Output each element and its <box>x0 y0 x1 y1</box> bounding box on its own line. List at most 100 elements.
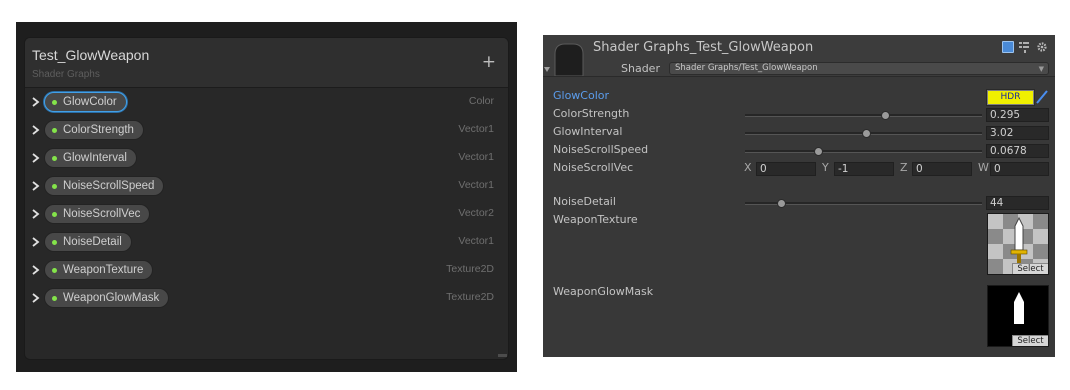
property-pill[interactable]: GlowInterval <box>44 148 137 168</box>
chevron-right-icon[interactable] <box>30 208 42 220</box>
chevron-right-icon[interactable] <box>30 292 42 304</box>
property-pill[interactable]: WeaponTexture <box>44 260 154 280</box>
help-book-icon[interactable] <box>1002 41 1014 53</box>
noise-detail-field[interactable]: 44 <box>986 196 1049 210</box>
exposed-dot-icon <box>52 100 57 105</box>
glow-interval-slider-thumb[interactable] <box>861 129 871 138</box>
property-name: NoiseScrollSpeed <box>63 180 155 192</box>
property-row[interactable]: GlowColor Color <box>25 89 508 117</box>
weapon-glow-mask-label: WeaponGlowMask <box>553 285 654 298</box>
property-row[interactable]: NoiseDetail Vector1 <box>25 229 508 257</box>
color-strength-field[interactable]: 0.295 <box>986 108 1049 122</box>
material-title: Shader Graphs_Test_GlowWeapon <box>593 40 814 55</box>
eyedropper-icon[interactable] <box>1035 89 1049 105</box>
property-pill[interactable]: NoiseDetail <box>44 232 132 252</box>
blackboard-title: Test_GlowWeapon <box>32 47 150 63</box>
weapon-texture-select-button[interactable]: Select <box>1012 263 1048 274</box>
resize-handle[interactable] <box>498 354 507 357</box>
color-strength-slider[interactable] <box>745 111 982 120</box>
exposed-dot-icon <box>52 156 57 161</box>
noise-detail-slider[interactable] <box>745 199 982 208</box>
shader-label: Shader <box>621 62 660 75</box>
noise-scroll-speed-field[interactable]: 0.0678 <box>986 144 1049 158</box>
shader-dropdown-value: Shader Graphs/Test_GlowWeapon <box>675 63 818 73</box>
property-name: NoiseDetail <box>63 236 122 248</box>
property-pill[interactable]: NoiseScrollVec <box>44 204 151 224</box>
property-type: Vector1 <box>458 123 494 135</box>
vec-x-field[interactable]: 0 <box>756 162 816 176</box>
property-pill[interactable]: GlowColor <box>44 92 127 112</box>
exposed-dot-icon <box>52 240 57 245</box>
property-name: GlowInterval <box>63 152 127 164</box>
vec-w-field[interactable]: 0 <box>990 162 1049 176</box>
vec-z-field[interactable]: 0 <box>912 162 972 176</box>
vec-y-field[interactable]: -1 <box>834 162 894 176</box>
noise-detail-slider-thumb[interactable] <box>776 199 786 208</box>
property-row[interactable]: WeaponTexture Texture2D <box>25 257 508 285</box>
exposed-dot-icon <box>52 128 57 133</box>
property-pill[interactable]: WeaponGlowMask <box>44 288 170 308</box>
property-type: Vector1 <box>458 235 494 247</box>
foldout-arrow-icon[interactable] <box>544 67 550 72</box>
property-pill[interactable]: NoiseScrollSpeed <box>44 176 165 196</box>
add-property-button[interactable]: + <box>482 52 496 72</box>
property-type: Texture2D <box>446 291 494 303</box>
property-row[interactable]: NoiseScrollSpeed Vector1 <box>25 173 508 201</box>
property-type: Vector2 <box>458 207 494 219</box>
property-name: WeaponGlowMask <box>63 292 160 304</box>
material-inspector: Shader Graphs_Test_GlowWeapon Shader Sha… <box>543 35 1055 357</box>
glow-interval-field[interactable]: 3.02 <box>986 126 1049 140</box>
vec-y-label: Y <box>822 161 829 174</box>
property-row[interactable]: NoiseScrollVec Vector2 <box>25 201 508 229</box>
property-type: Color <box>468 95 494 107</box>
chevron-right-icon[interactable] <box>30 96 42 108</box>
blackboard-panel: Test_GlowWeapon Shader Graphs + GlowColo… <box>24 37 509 360</box>
noise-scroll-speed-slider[interactable] <box>745 147 982 156</box>
material-preview-icon <box>554 43 584 76</box>
gear-icon[interactable] <box>1036 41 1048 53</box>
weapon-glow-mask-select-button[interactable]: Select <box>1012 335 1048 346</box>
property-type: Vector1 <box>458 151 494 163</box>
property-row[interactable]: GlowInterval Vector1 <box>25 145 508 173</box>
property-pill[interactable]: ColorStrength <box>44 120 144 140</box>
property-row[interactable]: WeaponGlowMask Texture2D <box>25 285 508 313</box>
hdr-badge: HDR <box>1000 92 1021 102</box>
inspector-header: Shader Graphs_Test_GlowWeapon Shader Sha… <box>543 35 1055 77</box>
blackboard-header: Test_GlowWeapon Shader Graphs + <box>25 38 508 88</box>
property-row[interactable]: ColorStrength Vector1 <box>25 117 508 145</box>
chevron-right-icon[interactable] <box>30 152 42 164</box>
vec-w-label: W <box>978 161 989 174</box>
dropdown-arrow-icon: ▼ <box>1038 65 1044 73</box>
noise-detail-label: NoiseDetail <box>553 195 616 208</box>
chevron-right-icon[interactable] <box>30 264 42 276</box>
color-strength-label: ColorStrength <box>553 107 630 120</box>
glow-color-label: GlowColor <box>553 89 610 102</box>
noise-scroll-vec-label: NoiseScrollVec <box>553 161 634 174</box>
chevron-right-icon[interactable] <box>30 236 42 248</box>
weapon-texture-label: WeaponTexture <box>553 213 638 226</box>
layout-icon[interactable] <box>1018 41 1030 53</box>
exposed-dot-icon <box>52 296 57 301</box>
blackboard-subtitle: Shader Graphs <box>32 69 100 80</box>
property-type: Vector1 <box>458 179 494 191</box>
weapon-glow-mask-slot[interactable]: Select <box>987 285 1049 347</box>
weapon-texture-slot[interactable]: Select <box>987 213 1049 275</box>
property-name: GlowColor <box>63 96 117 108</box>
exposed-dot-icon <box>52 268 57 273</box>
glow-interval-slider[interactable] <box>745 129 982 138</box>
property-name: NoiseScrollVec <box>63 208 141 220</box>
exposed-dot-icon <box>52 212 57 217</box>
property-name: WeaponTexture <box>63 264 144 276</box>
noise-scroll-speed-slider-thumb[interactable] <box>814 147 824 156</box>
shader-dropdown[interactable]: Shader Graphs/Test_GlowWeapon ▼ <box>669 62 1049 75</box>
vec-z-label: Z <box>900 161 908 174</box>
chevron-right-icon[interactable] <box>30 124 42 136</box>
vec-x-label: X <box>744 161 752 174</box>
color-strength-slider-thumb[interactable] <box>880 111 890 120</box>
glow-interval-label: GlowInterval <box>553 125 623 138</box>
noise-scroll-speed-label: NoiseScrollSpeed <box>553 143 649 156</box>
exposed-dot-icon <box>52 184 57 189</box>
property-type: Texture2D <box>446 263 494 275</box>
glow-color-swatch[interactable]: HDR <box>986 89 1035 106</box>
chevron-right-icon[interactable] <box>30 180 42 192</box>
